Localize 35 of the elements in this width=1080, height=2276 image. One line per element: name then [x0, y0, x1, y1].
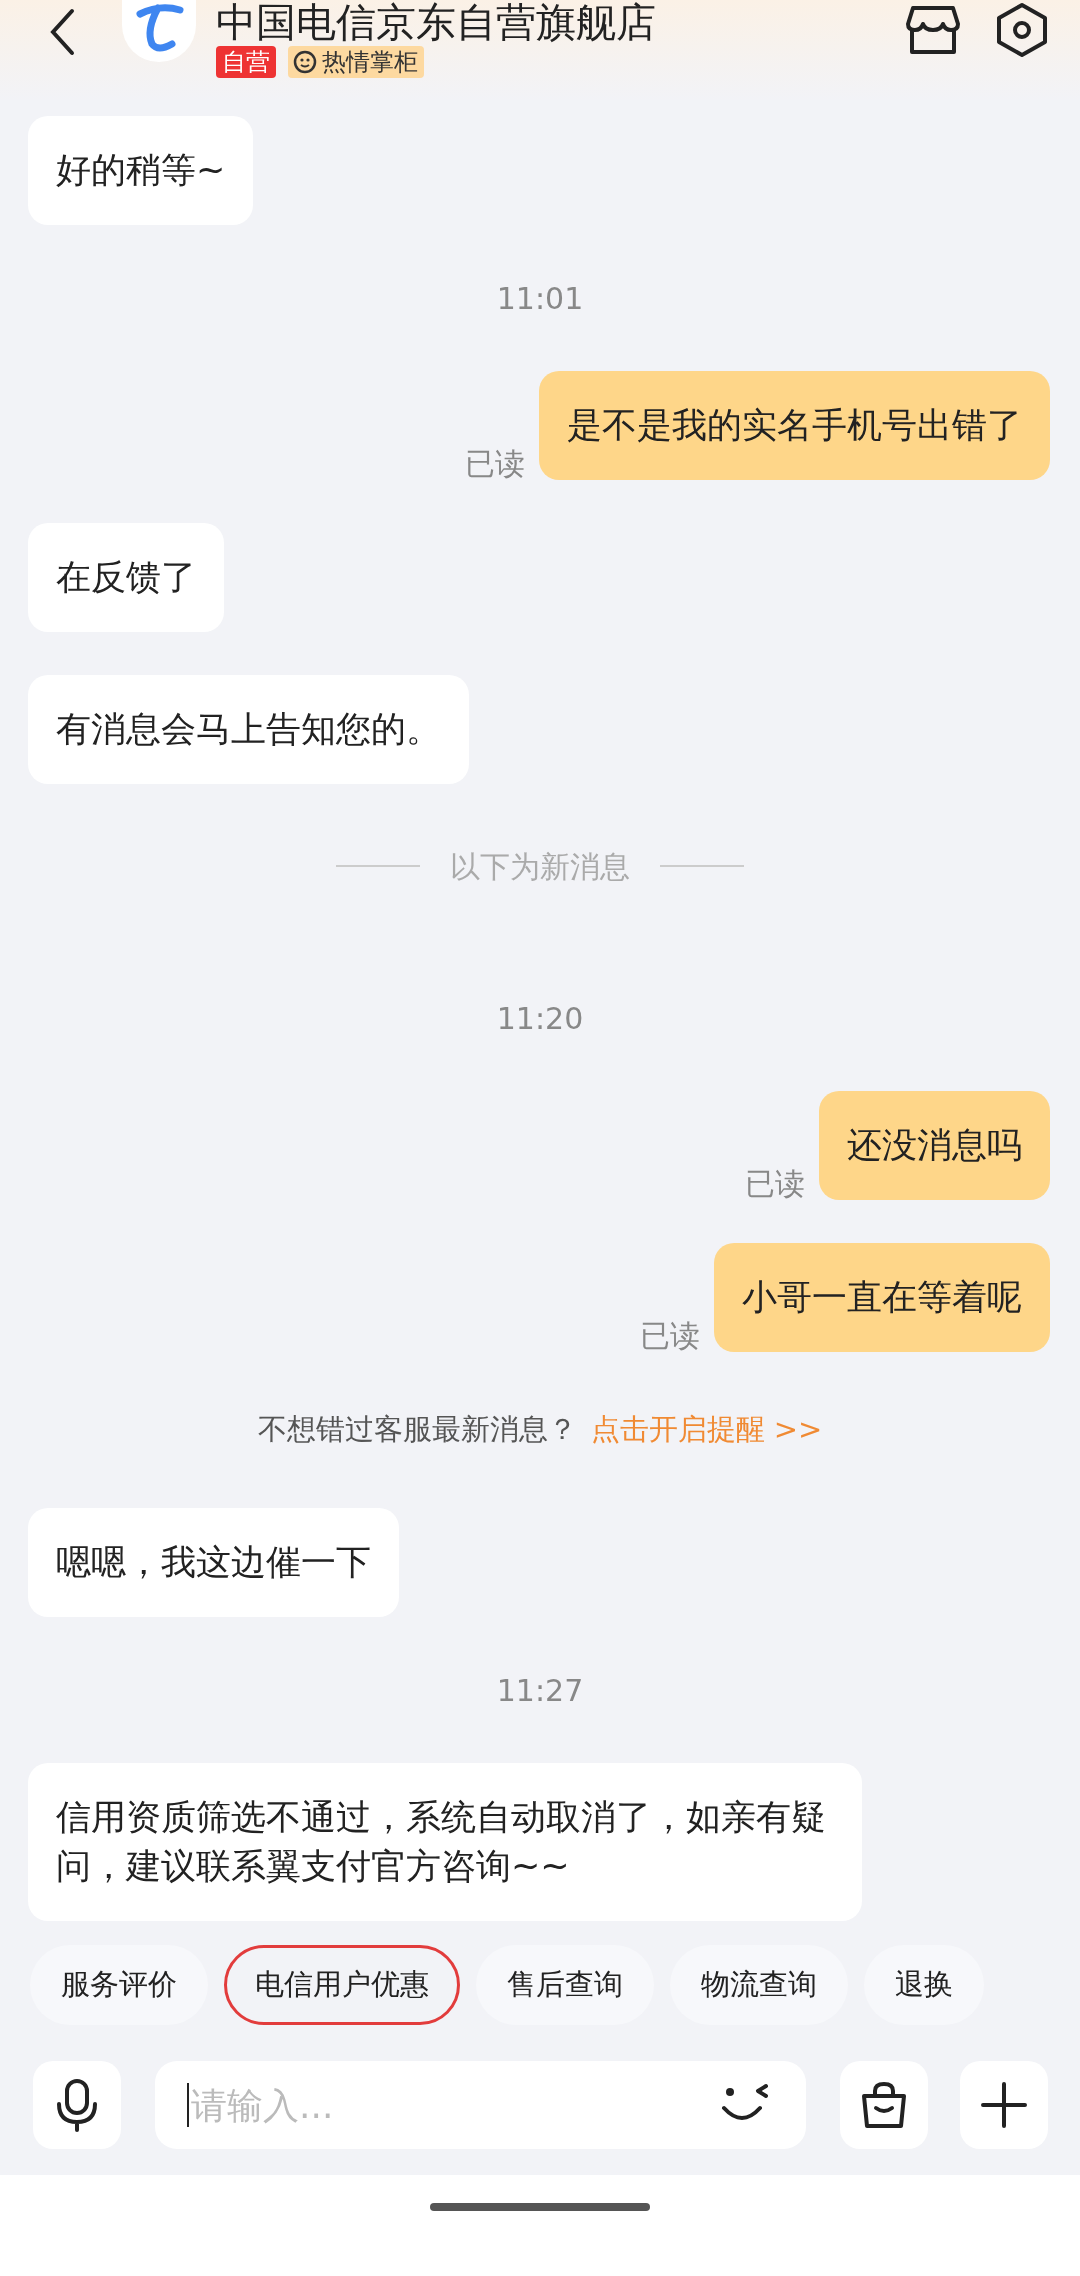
- timestamp: 11:20: [496, 999, 584, 1038]
- self-operated-badge: 自营: [216, 46, 276, 78]
- store-icon[interactable]: [905, 4, 961, 56]
- quick-reply-chip[interactable]: 服务评价: [30, 1945, 208, 2025]
- add-button[interactable]: [960, 2061, 1048, 2149]
- voice-button[interactable]: [33, 2061, 121, 2149]
- read-status: 已读: [465, 445, 525, 483]
- quick-reply-chip[interactable]: 电信用户优惠: [224, 1945, 460, 2025]
- new-messages-label: 以下为新消息: [450, 847, 630, 886]
- badge-text: 热情掌柜: [322, 47, 418, 78]
- message-bubble: 小哥一直在等着呢: [714, 1243, 1050, 1352]
- message-bubble: 信用资质筛选不通过，系统自动取消了，如亲有疑问，建议联系翼支付官方咨询~~: [28, 1763, 862, 1921]
- quick-reply-chip[interactable]: 售后查询: [476, 1945, 654, 2025]
- message-bubble: 嗯嗯，我这边催一下: [28, 1508, 399, 1617]
- timestamp: 11:27: [496, 1671, 584, 1710]
- message-bubble: 好的稍等~: [28, 116, 254, 225]
- message-bubble: 在反馈了: [28, 523, 224, 632]
- settings-icon[interactable]: [995, 2, 1049, 58]
- read-status: 已读: [745, 1165, 805, 1203]
- message-bubble: 还没消息吗: [819, 1091, 1050, 1200]
- notice-text: 不想错过客服最新消息？: [257, 1411, 577, 1449]
- shop-title: 中国电信京东自营旗舰店: [216, 0, 656, 44]
- message-bubble: 有消息会马上告知您的。: [28, 675, 469, 784]
- plus-icon: [980, 2081, 1028, 2129]
- microphone-icon: [55, 2078, 99, 2132]
- message-bubble: 是不是我的实名手机号出错了: [539, 371, 1050, 480]
- shopping-bag-icon: [859, 2080, 909, 2130]
- message-input[interactable]: 请输入...: [155, 2061, 806, 2149]
- logo-icon: [122, 0, 196, 62]
- quick-reply-chip[interactable]: 物流查询: [670, 1945, 848, 2025]
- back-icon[interactable]: [48, 8, 76, 56]
- quick-reply-chip[interactable]: 退换: [864, 1945, 984, 2025]
- read-status: 已读: [640, 1317, 700, 1355]
- product-button[interactable]: [840, 2061, 928, 2149]
- timestamp: 11:01: [496, 279, 584, 318]
